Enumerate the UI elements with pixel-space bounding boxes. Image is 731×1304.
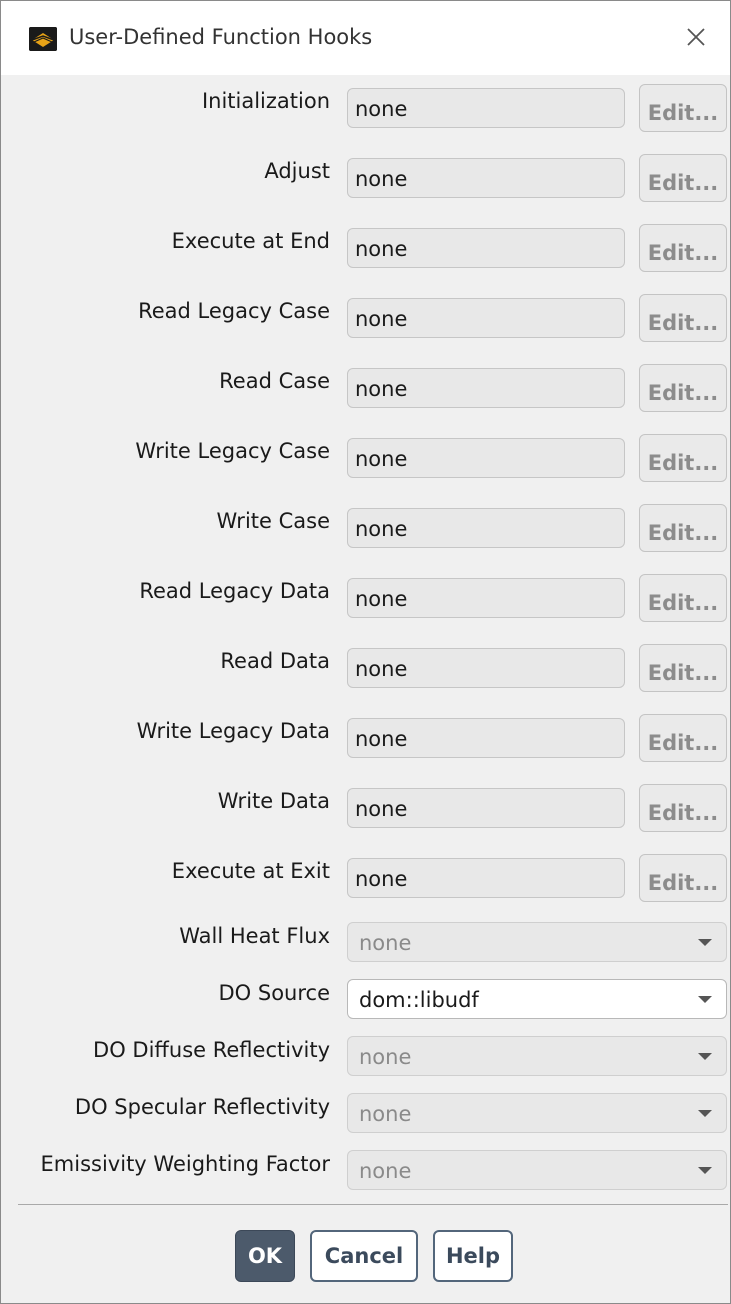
hook-label: Write Legacy Case: [135, 439, 330, 463]
hook-value-field[interactable]: none: [347, 368, 625, 408]
hook-label: Write Data: [217, 789, 330, 813]
edit-button[interactable]: Edit...: [639, 714, 727, 762]
dropdown-label: Wall Heat Flux: [179, 924, 330, 948]
app-logo-icon: [29, 27, 57, 51]
hook-label: Read Legacy Case: [138, 299, 330, 323]
hook-row: Read Legacy Data none Edit...: [1, 573, 730, 629]
hook-label: Initialization: [201, 89, 330, 113]
dropdown-select[interactable]: none: [347, 1036, 727, 1076]
edit-button[interactable]: Edit...: [639, 574, 727, 622]
hook-value-field[interactable]: none: [347, 438, 625, 478]
dropdown-select[interactable]: none: [347, 922, 727, 962]
dropdown-row: DO Diffuse Reflectivity none: [1, 1032, 730, 1088]
hook-label: Execute at End: [171, 229, 330, 253]
edit-button[interactable]: Edit...: [639, 644, 727, 692]
dropdown-label: DO Specular Reflectivity: [74, 1095, 330, 1119]
hook-value-field[interactable]: none: [347, 578, 625, 618]
dropdown-label: DO Source: [218, 981, 330, 1005]
cancel-button[interactable]: Cancel: [310, 1230, 418, 1282]
dropdown-value: dom::libudf: [359, 988, 479, 1012]
hook-label: Read Case: [219, 369, 330, 393]
edit-button[interactable]: Edit...: [639, 84, 727, 132]
edit-button[interactable]: Edit...: [639, 504, 727, 552]
hook-label: Read Data: [220, 649, 330, 673]
edit-button[interactable]: Edit...: [639, 854, 727, 902]
hook-row: Read Data none Edit...: [1, 643, 730, 699]
edit-button[interactable]: Edit...: [639, 364, 727, 412]
hook-value-field[interactable]: none: [347, 788, 625, 828]
button-divider: [18, 1204, 728, 1205]
hook-label: Read Legacy Data: [139, 579, 330, 603]
hook-row: Write Data none Edit...: [1, 783, 730, 839]
edit-button[interactable]: Edit...: [639, 784, 727, 832]
hook-row: Execute at Exit none Edit...: [1, 853, 730, 909]
chevron-down-icon[interactable]: [698, 996, 712, 1003]
dropdown-value: none: [359, 1045, 412, 1069]
hook-row: Execute at End none Edit...: [1, 223, 730, 279]
hook-label: Adjust: [264, 159, 330, 183]
dropdown-row: DO Specular Reflectivity none: [1, 1089, 730, 1145]
dropdown-select[interactable]: none: [347, 1150, 727, 1190]
hook-row: Write Legacy Case none Edit...: [1, 433, 730, 489]
hook-value-field[interactable]: none: [347, 158, 625, 198]
edit-button[interactable]: Edit...: [639, 154, 727, 202]
dropdown-row: DO Source dom::libudf: [1, 975, 730, 1031]
chevron-down-icon[interactable]: [698, 939, 712, 946]
ok-button[interactable]: OK: [235, 1230, 295, 1282]
dropdown-label: DO Diffuse Reflectivity: [93, 1038, 330, 1062]
hook-row: Adjust none Edit...: [1, 153, 730, 209]
help-button[interactable]: Help: [433, 1230, 513, 1282]
hook-value-field[interactable]: none: [347, 718, 625, 758]
hook-value-field[interactable]: none: [347, 648, 625, 688]
hook-label: Execute at Exit: [171, 859, 330, 883]
chevron-down-icon[interactable]: [698, 1053, 712, 1060]
dropdown-value: none: [359, 1102, 412, 1126]
title-bar: User-Defined Function Hooks: [1, 1, 730, 75]
edit-button[interactable]: Edit...: [639, 224, 727, 272]
close-button[interactable]: [674, 15, 718, 59]
dropdown-row: Emissivity Weighting Factor none: [1, 1146, 730, 1202]
dropdown-select[interactable]: none: [347, 1093, 727, 1133]
dropdown-value: none: [359, 931, 412, 955]
edit-button[interactable]: Edit...: [639, 294, 727, 342]
window-title: User-Defined Function Hooks: [69, 25, 373, 49]
edit-button[interactable]: Edit...: [639, 434, 727, 482]
dropdown-row: Wall Heat Flux none: [1, 918, 730, 974]
hook-row: Read Case none Edit...: [1, 363, 730, 419]
hook-label: Write Case: [216, 509, 330, 533]
dropdown-value: none: [359, 1159, 412, 1183]
hook-value-field[interactable]: none: [347, 88, 625, 128]
dropdown-select[interactable]: dom::libudf: [347, 979, 727, 1019]
hook-value-field[interactable]: none: [347, 298, 625, 338]
hook-label: Write Legacy Data: [136, 719, 330, 743]
hook-value-field[interactable]: none: [347, 508, 625, 548]
hook-value-field[interactable]: none: [347, 228, 625, 268]
dropdown-label: Emissivity Weighting Factor: [40, 1152, 330, 1176]
chevron-down-icon[interactable]: [698, 1110, 712, 1117]
hook-row: Initialization none Edit...: [1, 83, 730, 139]
hook-value-field[interactable]: none: [347, 858, 625, 898]
hook-row: Write Case none Edit...: [1, 503, 730, 559]
chevron-down-icon[interactable]: [698, 1167, 712, 1174]
close-icon[interactable]: [685, 26, 707, 48]
udf-hooks-dialog: User-Defined Function Hooks Initializati…: [0, 0, 731, 1304]
hook-row: Write Legacy Data none Edit...: [1, 713, 730, 769]
hook-row: Read Legacy Case none Edit...: [1, 293, 730, 349]
